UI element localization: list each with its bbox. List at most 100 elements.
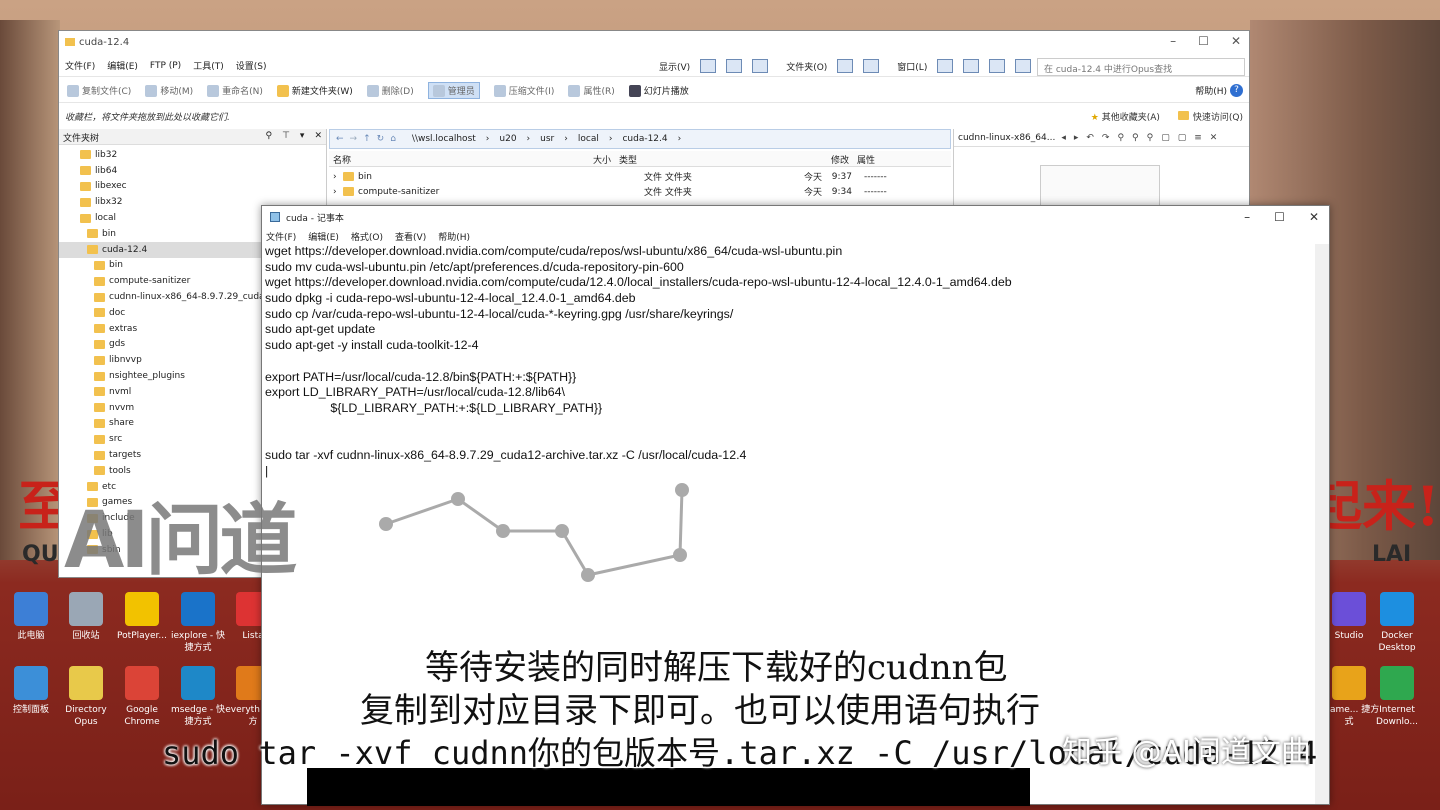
col-type[interactable]: 类型 (615, 151, 795, 166)
layout-single-icon[interactable] (937, 59, 954, 73)
file-row[interactable]: › compute-sanitizer 文件 文件夹 今天 9:34 ------- (329, 184, 951, 199)
copy-files-label: 复制文件(C) (82, 87, 132, 97)
np-menu-file[interactable]: 文件(F) (266, 230, 296, 243)
rename-button[interactable]: 重命名(N) (207, 84, 263, 97)
menu-ftp[interactable]: FTP (P) (150, 61, 181, 71)
desktop-icon[interactable]: Internet Downlo... (1366, 666, 1428, 728)
search-input[interactable]: 在 cuda-12.4 中进行Opus查找 (1037, 58, 1245, 76)
layout-dual-icon[interactable] (963, 59, 980, 73)
np-menu-view[interactable]: 查看(V) (395, 230, 426, 243)
help-button[interactable]: 帮助(H)? (1195, 84, 1243, 97)
desktop-icon-label: Google Chrome (124, 705, 160, 727)
view-list-icon[interactable] (726, 59, 743, 73)
tree-pin-icon[interactable]: ⊤ (282, 131, 290, 142)
new-folder-button[interactable]: 新建文件夹(W) (276, 84, 353, 97)
desktop-icon[interactable]: msedge - 快捷方式 (167, 666, 229, 728)
view-details-icon[interactable] (700, 59, 717, 73)
folder-icon (343, 187, 354, 196)
chevron-right-icon[interactable]: › (609, 134, 613, 144)
app-icon (1332, 592, 1366, 626)
breadcrumb-segment[interactable]: \\wsl.localhost (412, 134, 476, 144)
np-menu-format[interactable]: 格式(O) (351, 230, 383, 243)
desktop-icon[interactable]: Directory Opus (55, 666, 117, 728)
minimize-icon[interactable]: – (1170, 34, 1176, 48)
maximize-icon[interactable]: ☐ (1198, 34, 1209, 48)
quick-access-button[interactable]: 快速访问(Q) (1177, 110, 1243, 123)
desktop-icon[interactable]: PotPlayer... (111, 592, 173, 642)
notepad-text-area[interactable]: wget https://developer.download.nvidia.c… (265, 244, 1315, 479)
np-menu-help[interactable]: 帮助(H) (438, 230, 470, 243)
layout-preview-icon[interactable] (1015, 59, 1032, 73)
tree-item[interactable]: lib32 (59, 147, 326, 163)
folder-layout-icon[interactable] (837, 59, 854, 73)
folder-icon (94, 308, 105, 318)
menu-tools[interactable]: 工具(T) (193, 59, 224, 72)
preview-tool-icons[interactable]: ◂▸↶↷⚲⚲⚲▢▢≡✕ (1061, 133, 1225, 143)
notepad-minimize-icon[interactable]: – (1244, 210, 1250, 224)
menu-folder[interactable]: 文件夹(O) (786, 60, 827, 73)
desktop-icon[interactable]: Google Chrome (111, 666, 173, 728)
tree-close-icon[interactable]: ✕ (314, 131, 322, 142)
tree-menu-icon[interactable]: ▾ (300, 131, 305, 142)
layout-tree-icon[interactable] (989, 59, 1006, 73)
tree-item-label: libnvvp (109, 355, 142, 366)
view-thumbs-icon[interactable] (752, 59, 769, 73)
desktop-icon[interactable]: iexplore - 快捷方式 (167, 592, 229, 654)
path-bar[interactable]: ← → ↑ ↻ ⌂ \\wsl.localhost › u20 › usr › local ›… (329, 129, 951, 149)
app-icon (181, 592, 215, 626)
np-menu-edit[interactable]: 编辑(E) (308, 230, 339, 243)
compress-label: 压缩文件(I) (508, 87, 555, 97)
file-row[interactable]: › bin 文件 文件夹 今天 9:37 ------- (329, 169, 951, 184)
slideshow-button[interactable]: 幻灯片播放 (628, 84, 689, 97)
desktop-icon-label: Directory Opus (65, 705, 107, 727)
menu-file[interactable]: 文件(F) (65, 59, 95, 72)
move-button[interactable]: 移动(M) (145, 84, 193, 97)
desktop-icon-label: 回收站 (72, 631, 100, 641)
menu-edit[interactable]: 编辑(E) (107, 59, 138, 72)
properties-icon (568, 84, 581, 97)
folder-grid-icon[interactable] (863, 59, 880, 73)
chevron-right-icon[interactable]: › (527, 134, 531, 144)
tree-item[interactable]: libexec (59, 179, 326, 195)
desktop-icon[interactable]: 回收站 (55, 592, 117, 642)
properties-button[interactable]: 属性(R) (568, 84, 615, 97)
menu-settings[interactable]: 设置(S) (236, 59, 267, 72)
text-line: ${LD_LIBRARY_PATH:+:${LD_LIBRARY_PATH}} (265, 400, 603, 415)
col-attr[interactable]: 属性 (853, 151, 913, 166)
col-size[interactable]: 大小 (589, 151, 615, 166)
desktop-icon[interactable]: Docker Desktop (1366, 592, 1428, 654)
breadcrumb-segment[interactable]: local (578, 134, 599, 144)
tree-item[interactable]: lib64 (59, 163, 326, 179)
admin-button[interactable]: 管理员 (427, 82, 480, 99)
notepad-close-icon[interactable]: ✕ (1309, 210, 1319, 224)
col-name[interactable]: 名称 (329, 151, 589, 166)
move-label: 移动(M) (160, 87, 194, 97)
tree-search-icon[interactable]: ⚲ (265, 131, 272, 142)
tree-item-label: targets (109, 450, 142, 461)
delete-button[interactable]: 删除(D) (366, 84, 414, 97)
copy-files-button[interactable]: 复制文件(C) (67, 84, 131, 97)
home-icon[interactable]: ⌂ (390, 134, 396, 144)
chevron-right-icon[interactable]: › (486, 134, 490, 144)
desktop-icon[interactable]: 此电脑 (0, 592, 62, 642)
up-icon[interactable]: ↑ (363, 134, 371, 144)
notepad-maximize-icon[interactable]: ☐ (1274, 210, 1285, 224)
breadcrumb-segment[interactable]: u20 (499, 134, 516, 144)
menu-window[interactable]: 窗口(L) (897, 60, 927, 73)
forward-icon[interactable]: → (350, 134, 358, 144)
chevron-right-icon[interactable]: › (678, 134, 682, 144)
file-attr: ------- (864, 171, 887, 182)
breadcrumb-segment[interactable]: usr (540, 134, 554, 144)
file-type: 文件 文件夹 (644, 173, 692, 183)
close-icon[interactable]: ✕ (1231, 34, 1241, 48)
col-modified[interactable]: 修改 (795, 151, 853, 166)
menu-view[interactable]: 显示(V) (659, 60, 690, 73)
chevron-right-icon[interactable]: › (564, 134, 568, 144)
refresh-icon[interactable]: ↻ (377, 134, 385, 144)
notepad-scrollbar[interactable] (1315, 244, 1329, 804)
other-favorites-button[interactable]: ★ 其他收藏夹(A) (1091, 110, 1160, 123)
breadcrumb-segment[interactable]: cuda-12.4 (622, 134, 667, 144)
compress-button[interactable]: 压缩文件(I) (493, 84, 555, 97)
back-icon[interactable]: ← (336, 134, 344, 144)
desktop-icon[interactable]: 控制面板 (0, 666, 62, 716)
